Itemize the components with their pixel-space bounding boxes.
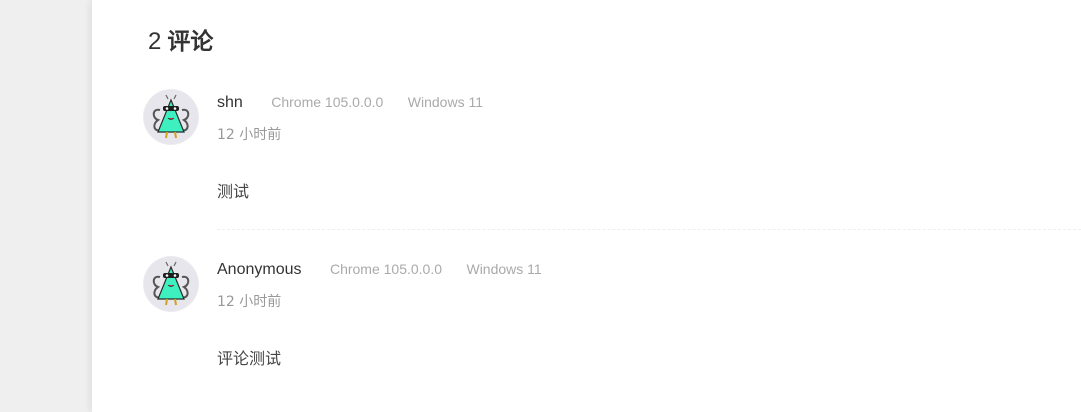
- comment-content: 测试: [217, 182, 250, 201]
- comment-meta: Anonymous Chrome 105.0.0.0 Windows 11: [217, 261, 542, 279]
- comment-os: Windows 11: [407, 94, 483, 110]
- comment-author[interactable]: Anonymous: [217, 261, 302, 279]
- comments-title: 评论: [167, 29, 214, 55]
- comment-time: 12 小时前: [217, 127, 282, 143]
- comment-author[interactable]: shn: [217, 94, 243, 112]
- robot-avatar-icon[interactable]: [144, 90, 198, 144]
- comment-count: 2: [148, 28, 162, 55]
- comment-content: 评论测试: [217, 349, 282, 368]
- robot-avatar-icon[interactable]: [144, 257, 198, 311]
- comment-browser: Chrome 105.0.0.0: [271, 94, 384, 110]
- comments-heading: 2 评论: [148, 22, 213, 56]
- comment-divider: [217, 229, 1081, 230]
- comment-os: Windows 11: [466, 261, 542, 277]
- comment-browser: Chrome 105.0.0.0: [329, 261, 443, 277]
- comment-meta: shn Chrome 105.0.0.0 Windows 11: [217, 94, 483, 112]
- comment-time: 12 小时前: [217, 294, 282, 310]
